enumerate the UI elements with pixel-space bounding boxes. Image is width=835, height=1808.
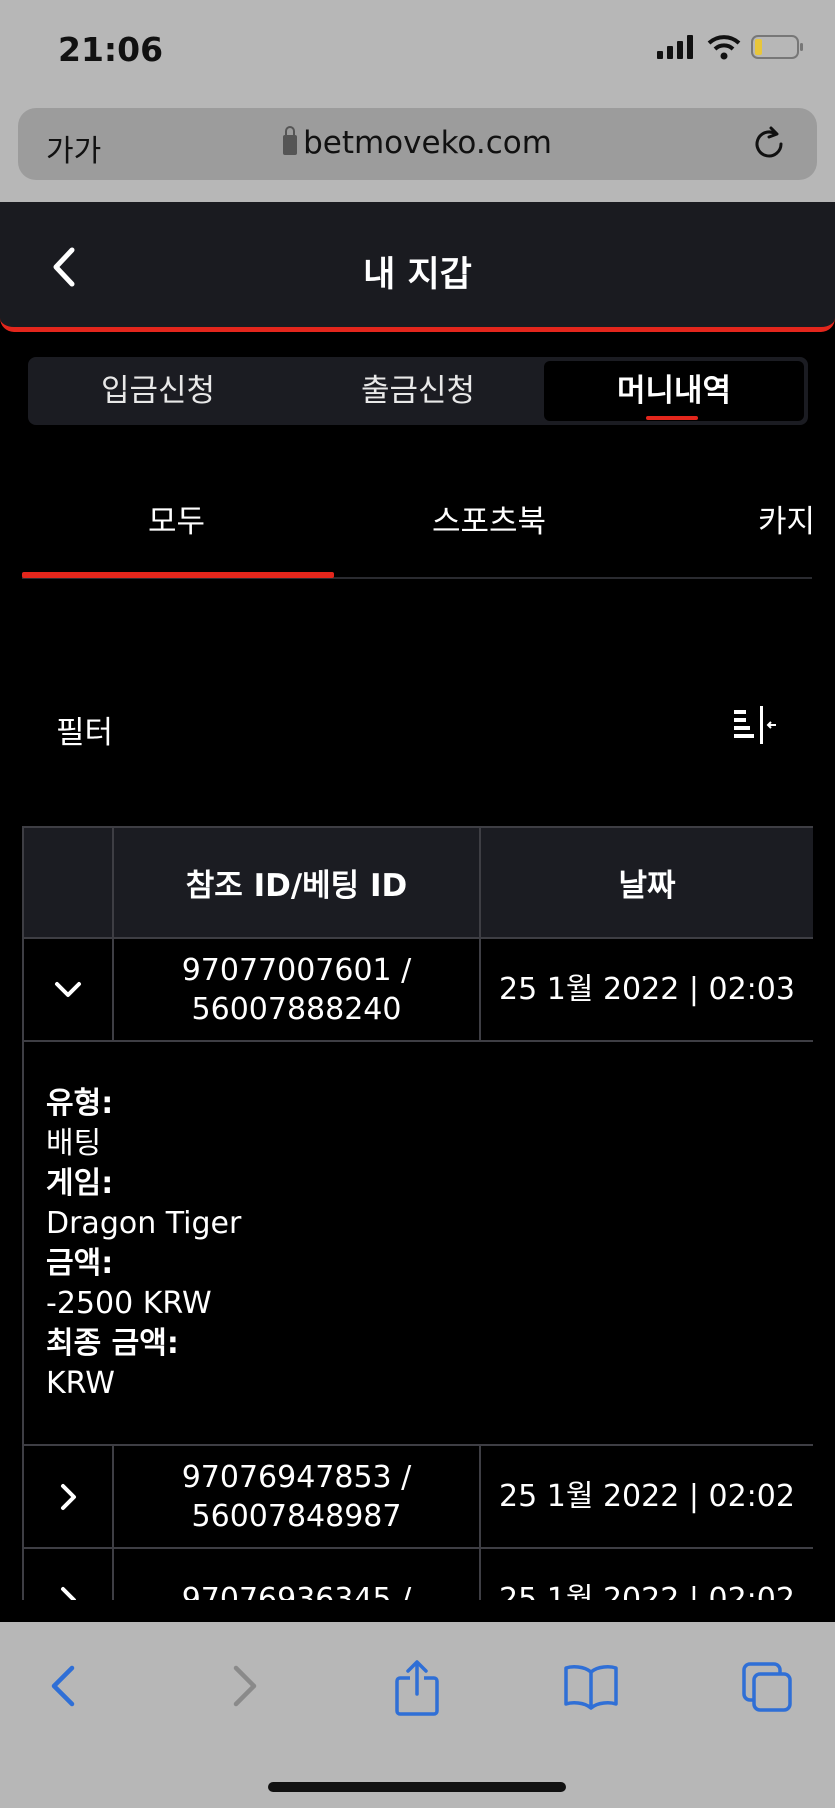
date-cell: 25 1월 2022 | 02:03 — [479, 937, 813, 1042]
ref-id: 97076936345 / — [181, 1582, 412, 1600]
header-ref-id: 참조 ID/베팅 ID — [112, 826, 481, 939]
detail-game-label: 게임: — [46, 1166, 114, 1201]
signal-icon — [657, 35, 693, 59]
url-display[interactable]: betmoveko.com — [18, 125, 817, 161]
detail-type-value: 배팅 — [46, 1126, 102, 1161]
active-tab-indicator — [646, 416, 698, 420]
bet-id: 56007848987 — [191, 1498, 402, 1534]
reload-icon[interactable] — [749, 124, 789, 164]
url-text: betmoveko.com — [303, 125, 552, 161]
page-title: 내 지갑 — [363, 255, 472, 295]
detail-amount-value: -2500 KRW — [46, 1286, 212, 1321]
bookmarks-icon[interactable] — [562, 1658, 620, 1714]
category-tab-all[interactable]: 모두 — [148, 496, 205, 541]
back-icon[interactable] — [44, 1658, 84, 1714]
battery-icon — [751, 35, 803, 59]
bet-id: 56007888240 — [191, 991, 402, 1027]
wallet-tabs: 입금신청 출금신청 머니내역 — [28, 357, 808, 425]
url-bar[interactable]: 가가 betmoveko.com — [18, 108, 817, 180]
ref-id: 97077007601 / — [181, 952, 412, 988]
browser-toolbar — [0, 1622, 835, 1808]
date-cell: 25 1월 2022 | 02:02 — [479, 1547, 813, 1600]
table-row[interactable]: 97077007601 / 56007888240 25 1월 2022 | 0… — [22, 937, 813, 1042]
chevron-right-icon[interactable] — [48, 1580, 88, 1600]
header-date: 날짜 — [479, 826, 813, 939]
status-bar: 21:06 — [0, 0, 835, 100]
ref-id: 97076947853 / — [181, 1459, 412, 1495]
share-icon[interactable] — [392, 1658, 442, 1718]
app-header: 내 지갑 — [0, 202, 835, 332]
tabs-icon[interactable] — [740, 1658, 796, 1714]
chevron-right-icon[interactable] — [48, 1477, 88, 1517]
transaction-detail: 유형: 배팅 게임: Dragon Tiger 금액: -2500 KRW 최종… — [22, 1040, 813, 1446]
header-expand — [22, 826, 114, 939]
expand-cell[interactable] — [22, 1444, 114, 1549]
detail-final-label: 최종 금액: — [46, 1326, 179, 1361]
tab-money-history[interactable]: 머니내역 — [544, 361, 804, 421]
filter-label[interactable]: 필터 — [56, 707, 113, 752]
chevron-down-icon[interactable] — [48, 970, 88, 1010]
lock-icon — [283, 126, 298, 155]
ref-id-cell: 97076947853 / 56007848987 — [112, 1444, 481, 1549]
status-time: 21:06 — [58, 30, 164, 69]
table-header-row: 참조 ID/베팅 ID 날짜 — [22, 826, 813, 939]
status-icons — [657, 34, 805, 60]
tab-withdraw[interactable]: 출금신청 — [288, 357, 548, 425]
expand-cell[interactable] — [22, 1547, 114, 1600]
forward-icon[interactable] — [224, 1658, 264, 1714]
detail-final-value: KRW — [46, 1366, 115, 1401]
category-tab-casino[interactable]: 카지 — [758, 496, 815, 541]
wifi-icon — [707, 35, 741, 60]
table-row[interactable]: 97076936345 / 25 1월 2022 | 02:02 — [22, 1547, 813, 1600]
money-history-table: 참조 ID/베팅 ID 날짜 97077007601 / 56007888240… — [22, 826, 813, 1600]
detail-amount-label: 금액: — [46, 1246, 114, 1281]
detail-game-value: Dragon Tiger — [46, 1206, 242, 1241]
expand-cell[interactable] — [22, 937, 114, 1042]
table-row[interactable]: 97076947853 / 56007848987 25 1월 2022 | 0… — [22, 1444, 813, 1549]
home-indicator — [268, 1782, 566, 1792]
tab-deposit[interactable]: 입금신청 — [28, 357, 288, 425]
ref-id-cell: 97076936345 / — [112, 1547, 481, 1600]
ref-id-cell: 97077007601 / 56007888240 — [112, 937, 481, 1042]
category-tab-sportsbook[interactable]: 스포츠북 — [432, 496, 546, 541]
date-cell: 25 1월 2022 | 02:02 — [479, 1444, 813, 1549]
filter-icon[interactable] — [730, 704, 780, 748]
category-active-indicator — [22, 572, 334, 578]
detail-type-label: 유형: — [46, 1086, 114, 1121]
browser-chrome: 가가 betmoveko.com — [0, 100, 835, 202]
detail-row: 유형: 배팅 게임: Dragon Tiger 금액: -2500 KRW 최종… — [22, 1040, 813, 1446]
